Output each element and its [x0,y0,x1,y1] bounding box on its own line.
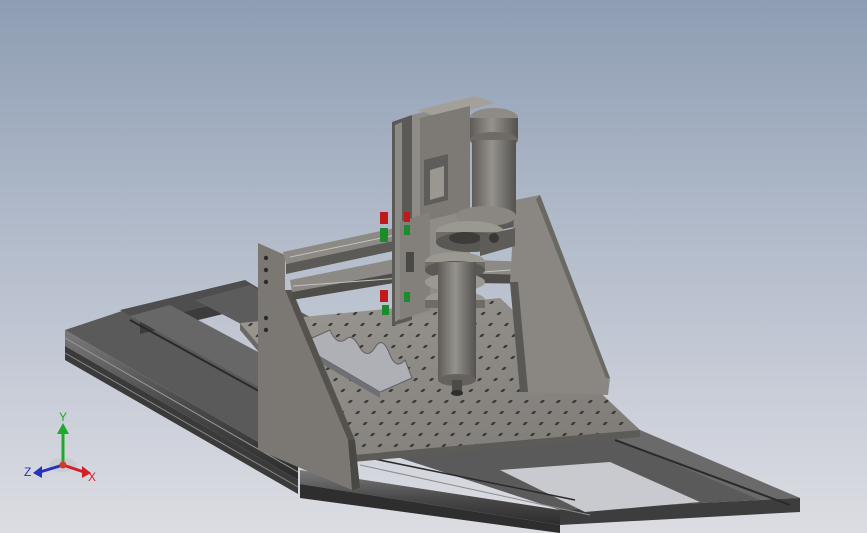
y-axis-label: Y [59,410,67,424]
gantry-right-plate[interactable] [510,195,610,395]
cnc-router-model[interactable] [0,0,867,533]
z-arrow-head-icon [33,466,42,478]
x-axis-label: X [88,470,96,484]
z-axis-label: Z [24,465,31,479]
cad-graphics-viewport[interactable]: Y X Z [0,0,867,533]
axis-triad: Y X Z [24,410,96,484]
triad-origin-icon [59,461,67,469]
y-arrow-head-icon [57,423,69,434]
